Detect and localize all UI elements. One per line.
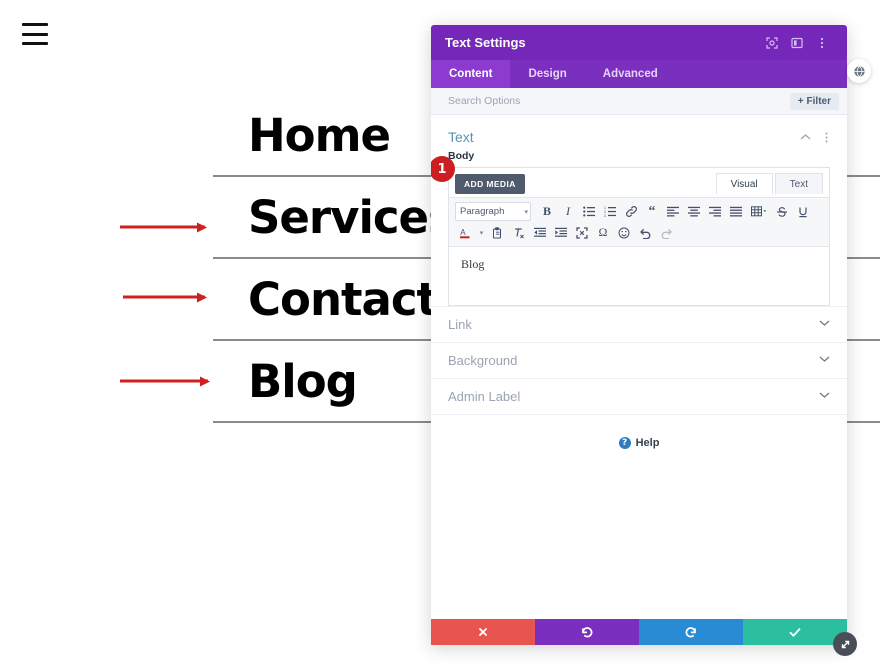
cancel-button[interactable] xyxy=(431,619,535,645)
increase-indent-icon[interactable] xyxy=(551,223,571,242)
annotation-arrow-blog xyxy=(120,379,208,383)
link-icon[interactable] xyxy=(621,202,641,221)
tab-design[interactable]: Design xyxy=(510,60,584,88)
align-justify-icon[interactable] xyxy=(726,202,746,221)
modal-header: Text Settings xyxy=(431,25,847,60)
modal-body: Text Body ADD MEDIA Visual Text Paragrap… xyxy=(431,115,847,619)
tab-visual[interactable]: Visual xyxy=(715,173,773,194)
text-settings-modal: Text Settings Content Design Advanced + … xyxy=(431,25,847,645)
tab-content[interactable]: Content xyxy=(431,60,511,88)
svg-text:A: A xyxy=(460,228,466,237)
annotation-arrow-contact xyxy=(123,295,205,299)
accordion-link[interactable]: Link xyxy=(431,306,847,342)
nav-item-label: Home xyxy=(248,108,391,162)
blockquote-icon[interactable]: “ xyxy=(642,202,662,221)
accordion-admin-label[interactable]: Admin Label xyxy=(431,378,847,414)
format-select-value: Paragraph xyxy=(460,206,505,217)
search-options-bar: + Filter xyxy=(431,88,847,115)
tab-advanced[interactable]: Advanced xyxy=(585,60,676,88)
chevron-down-icon xyxy=(819,391,830,402)
hamburger-menu-icon[interactable] xyxy=(22,23,48,45)
modal-title: Text Settings xyxy=(445,35,526,50)
chevron-down-icon: ▾ xyxy=(524,208,528,216)
chevron-down-icon[interactable]: ▾ xyxy=(476,223,487,242)
editor-content[interactable]: Blog xyxy=(449,247,829,305)
question-mark-icon: ? xyxy=(618,437,631,449)
undo-icon xyxy=(582,626,593,637)
paste-as-text-icon[interactable] xyxy=(488,223,508,242)
format-select[interactable]: Paragraph ▾ xyxy=(455,202,531,221)
modal-footer xyxy=(431,619,847,645)
redo-icon[interactable] xyxy=(656,223,676,242)
editor-mode-tabs: Visual Text xyxy=(715,173,823,194)
body-field-label: Body xyxy=(448,150,475,162)
undo-icon[interactable] xyxy=(635,223,655,242)
redo-icon xyxy=(685,626,696,637)
chevron-down-icon xyxy=(819,319,830,330)
save-button[interactable] xyxy=(743,619,847,645)
fullscreen-icon[interactable] xyxy=(572,223,592,242)
text-section-title: Text xyxy=(448,129,474,145)
text-color-icon[interactable]: A xyxy=(455,223,475,242)
redo-button[interactable] xyxy=(639,619,743,645)
accordion-label: Link xyxy=(448,317,472,332)
editor-top-row: ADD MEDIA Visual Text xyxy=(449,168,829,197)
nav-item-label: Contact xyxy=(248,272,438,326)
help-link[interactable]: ? Help xyxy=(431,414,847,449)
svg-text:3: 3 xyxy=(604,214,606,217)
filter-button-label: Filter xyxy=(806,95,831,107)
wysiwyg-editor: ADD MEDIA Visual Text Paragraph ▾ B I 1 … xyxy=(431,156,830,306)
text-section-header: Text xyxy=(431,115,847,150)
accordion-background[interactable]: Background xyxy=(431,342,847,378)
nav-item-label: Blog xyxy=(248,354,358,408)
annotation-arrow-services xyxy=(120,225,205,229)
layout-panel-icon[interactable] xyxy=(786,32,808,54)
numbered-list-icon[interactable]: 123 xyxy=(600,202,620,221)
accordion-label: Background xyxy=(448,353,518,368)
decrease-indent-icon[interactable] xyxy=(530,223,550,242)
align-left-icon[interactable] xyxy=(663,202,683,221)
add-media-button[interactable]: ADD MEDIA xyxy=(455,174,525,194)
hamburger-bar xyxy=(22,32,48,36)
more-vertical-icon[interactable] xyxy=(821,132,832,143)
accordion-label: Admin Label xyxy=(448,389,521,404)
emoji-icon[interactable] xyxy=(614,223,634,242)
underline-icon[interactable] xyxy=(793,202,813,221)
align-center-icon[interactable] xyxy=(684,202,704,221)
editor-toolbar: Paragraph ▾ B I 123 “ A ▾ Ω xyxy=(449,197,829,247)
help-label: Help xyxy=(635,437,660,449)
close-icon xyxy=(478,627,488,637)
toolbar-row-2: A ▾ Ω xyxy=(455,223,823,242)
modal-tabs: Content Design Advanced xyxy=(431,60,847,88)
globe-icon[interactable] xyxy=(847,59,871,83)
toolbar-row-1: Paragraph ▾ B I 123 “ xyxy=(455,202,823,221)
hamburger-bar xyxy=(22,42,48,45)
bold-icon[interactable]: B xyxy=(537,202,557,221)
clear-formatting-icon[interactable] xyxy=(509,223,529,242)
more-vertical-icon[interactable] xyxy=(811,32,833,54)
filter-button[interactable]: + Filter xyxy=(789,92,839,110)
italic-icon[interactable]: I xyxy=(558,202,578,221)
resize-handle-icon[interactable] xyxy=(833,632,857,656)
plus-icon: + xyxy=(797,95,804,107)
undo-button[interactable] xyxy=(535,619,639,645)
tab-text[interactable]: Text xyxy=(774,173,823,194)
align-right-icon[interactable] xyxy=(705,202,725,221)
special-character-icon[interactable]: Ω xyxy=(593,223,613,242)
check-icon xyxy=(789,627,801,637)
table-icon[interactable] xyxy=(747,202,771,221)
chevron-up-icon[interactable] xyxy=(800,133,811,141)
nav-item-label: Services xyxy=(248,190,455,244)
strikethrough-icon[interactable] xyxy=(772,202,792,221)
bulleted-list-icon[interactable] xyxy=(579,202,599,221)
chevron-down-icon xyxy=(819,355,830,366)
search-input[interactable] xyxy=(448,95,790,107)
hamburger-bar xyxy=(22,23,48,26)
expand-icon[interactable] xyxy=(761,32,783,54)
